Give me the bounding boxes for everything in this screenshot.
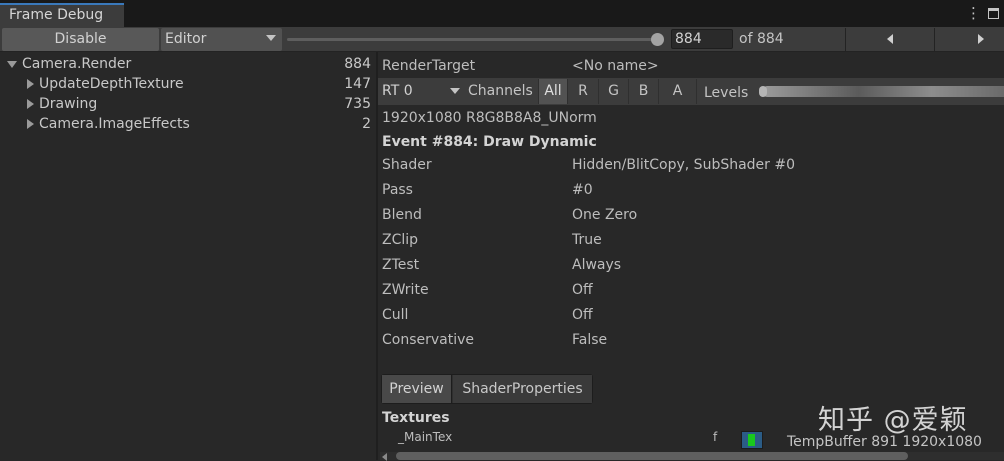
tree-item-label: UpdateDepthTexture (39, 76, 184, 92)
property-value-ztest: Always (572, 257, 622, 273)
tree-item-count: 2 (362, 116, 371, 132)
property-label-conservative: Conservative (382, 332, 475, 348)
property-value-zwrite: Off (572, 282, 593, 298)
property-value-conservative: False (572, 332, 608, 348)
tree-item-camera-image-effects[interactable]: Camera.ImageEffects 2 (0, 114, 376, 134)
next-event-button[interactable] (935, 28, 1004, 51)
window-titlebar (0, 0, 1004, 27)
more-options-icon[interactable]: ⋮ (966, 4, 981, 22)
chevron-down-icon (266, 35, 276, 41)
property-value-shader: Hidden/BlitCopy, SubShader #0 (572, 157, 796, 173)
property-value-zclip: True (572, 232, 602, 248)
textures-heading: Textures (382, 410, 450, 426)
toolbar-divider (696, 79, 697, 104)
expand-arrow-icon[interactable] (7, 61, 17, 68)
property-value-cull: Off (572, 307, 593, 323)
channel-all-button[interactable]: All (538, 79, 567, 104)
channel-b-button[interactable]: B (628, 79, 658, 104)
tab-shader-properties[interactable]: ShaderProperties (453, 375, 592, 403)
arrow-right-icon (978, 34, 984, 44)
chevron-down-icon (450, 88, 460, 94)
event-tree: Camera.Render 884 UpdateDepthTexture 147… (0, 52, 376, 460)
property-label-shader: Shader (382, 157, 432, 173)
tree-item-update-depth-texture[interactable]: UpdateDepthTexture 147 (0, 74, 376, 94)
tab-preview[interactable]: Preview (382, 375, 452, 403)
texture-name: _MainTex (398, 430, 453, 444)
horizontal-scrollbar-thumb[interactable] (396, 452, 908, 460)
tree-item-count: 147 (344, 76, 371, 92)
collapse-arrow-icon[interactable] (27, 119, 34, 129)
maximize-icon[interactable] (988, 8, 999, 19)
property-label-cull: Cull (382, 307, 409, 323)
event-count-label: of 884 (739, 31, 784, 47)
render-target-label: RenderTarget (382, 58, 476, 74)
property-label-zwrite: ZWrite (382, 282, 429, 298)
texture-thumbnail-content (748, 434, 755, 446)
render-target-value: <No name> (572, 58, 659, 74)
event-slider-track[interactable] (287, 38, 657, 41)
channels-label: Channels (468, 83, 533, 99)
collapse-arrow-icon[interactable] (27, 79, 34, 89)
event-title: Event #884: Draw Dynamic (382, 134, 597, 150)
property-label-zclip: ZClip (382, 232, 419, 248)
target-dropdown[interactable]: Editor (161, 28, 282, 51)
collapse-arrow-icon[interactable] (27, 99, 34, 109)
window-tab-frame-debug[interactable]: Frame Debug (0, 3, 124, 27)
property-label-ztest: ZTest (382, 257, 420, 273)
tree-item-label: Camera.Render (22, 56, 132, 72)
tree-item-drawing[interactable]: Drawing 735 (0, 94, 376, 114)
tree-item-label: Drawing (39, 96, 98, 112)
texture-flag: f (713, 430, 718, 444)
tree-item-camera-render[interactable]: Camera.Render 884 (0, 54, 376, 74)
tree-item-count: 884 (344, 56, 371, 72)
levels-slider[interactable] (762, 86, 1004, 97)
property-label-pass: Pass (382, 182, 413, 198)
channel-g-button[interactable]: G (598, 79, 628, 104)
levels-label: Levels (704, 85, 749, 101)
render-target-format: 1920x1080 R8G8B8A8_UNorm (382, 110, 597, 126)
watermark: 知乎 @爱颖 (818, 405, 968, 436)
tree-item-label: Camera.ImageEffects (39, 116, 190, 132)
property-label-blend: Blend (382, 207, 422, 223)
channel-a-button[interactable]: A (658, 79, 696, 104)
tree-item-count: 735 (344, 96, 371, 112)
levels-slider-handle[interactable] (759, 86, 767, 97)
channel-r-button[interactable]: R (567, 79, 598, 104)
property-value-blend: One Zero (572, 207, 638, 223)
disable-button[interactable]: Disable (2, 28, 159, 51)
event-index-input[interactable] (671, 29, 733, 49)
event-slider-thumb[interactable] (651, 33, 664, 46)
property-value-pass: #0 (572, 182, 593, 198)
arrow-left-icon (887, 34, 893, 44)
